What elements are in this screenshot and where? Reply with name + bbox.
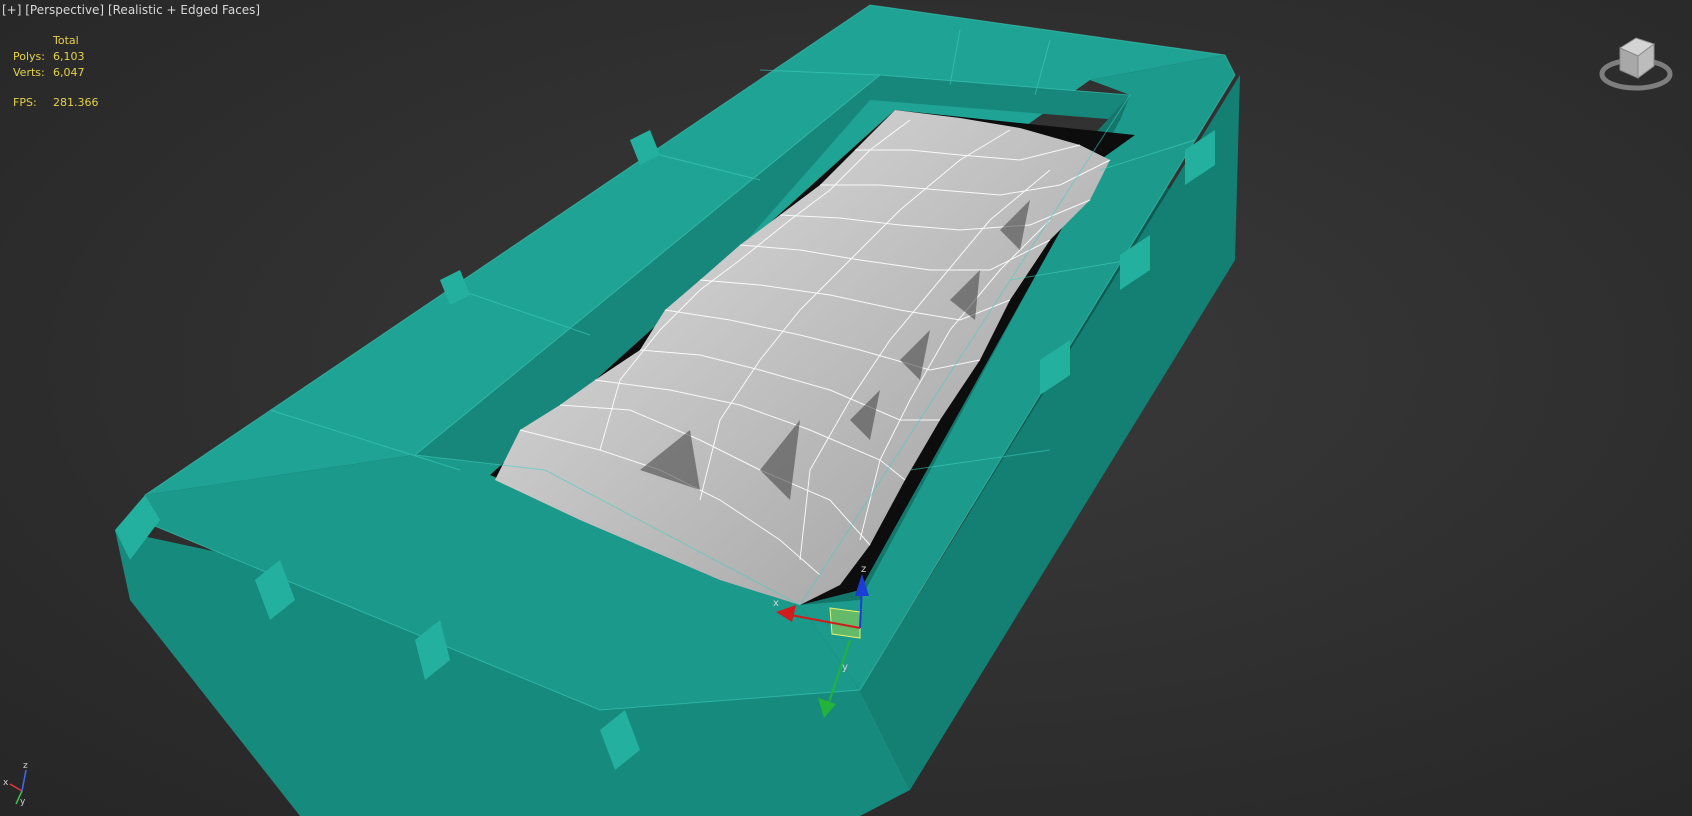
tripod-y-label: y — [20, 797, 26, 806]
fps-label: FPS: — [13, 96, 37, 109]
polys-label: Polys: — [13, 50, 45, 63]
viewport-statistics: Total Polys: 6,103 Verts: 6,047 FPS: 281… — [13, 33, 113, 111]
gizmo-y-label: y — [842, 662, 848, 673]
axis-tripod-icon: z x y — [3, 761, 28, 806]
viewport-label[interactable]: [+] [Perspective] [Realistic + Edged Fac… — [2, 3, 260, 17]
fps-value: 281.366 — [53, 96, 99, 109]
viewport-view-button[interactable]: [Perspective] — [25, 3, 104, 17]
verts-label: Verts: — [13, 66, 45, 79]
verts-value: 6,047 — [53, 66, 85, 79]
tripod-z-label: z — [23, 761, 28, 771]
gizmo-z-label: z — [861, 564, 866, 575]
viewport-shading-button[interactable]: [Realistic + Edged Faces] — [108, 3, 260, 17]
viewport-menu-button[interactable]: [+] — [2, 3, 21, 17]
scene-3d-view[interactable]: x z y — [0, 0, 1692, 816]
gizmo-x-label: x — [773, 598, 779, 609]
polys-value: 6,103 — [53, 50, 85, 63]
perspective-viewport[interactable]: x z y [+] [Perspective] [Realistic + Edg… — [0, 0, 1692, 816]
tripod-x-label: x — [3, 778, 9, 788]
viewcube-icon[interactable] — [1598, 30, 1674, 96]
stats-header: Total — [53, 34, 79, 47]
